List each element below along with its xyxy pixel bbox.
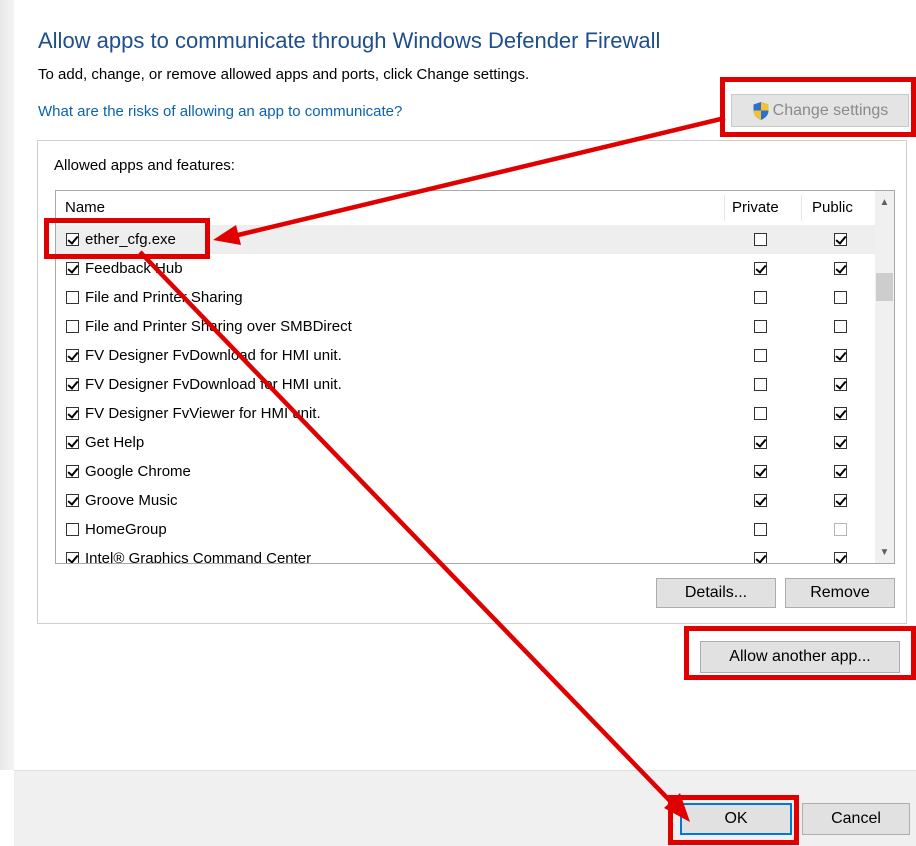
app-name: FV Designer FvViewer for HMI unit. <box>85 405 321 422</box>
list-item[interactable]: File and Printer Sharing <box>56 283 876 312</box>
cancel-button[interactable]: Cancel <box>802 803 910 835</box>
list-item[interactable]: Get Help <box>56 428 876 457</box>
app-name: Google Chrome <box>85 463 191 480</box>
app-name: Get Help <box>85 434 145 451</box>
chevron-up-icon[interactable]: ▲ <box>875 193 894 211</box>
app-name: FV Designer FvDownload for HMI unit. <box>85 376 342 393</box>
allowed-apps-label: Allowed apps and features: <box>54 157 235 174</box>
remove-button[interactable]: Remove <box>785 578 895 608</box>
private-checkbox[interactable] <box>754 262 767 275</box>
public-checkbox[interactable] <box>834 494 847 507</box>
public-checkbox[interactable] <box>834 523 847 536</box>
private-checkbox[interactable] <box>754 523 767 536</box>
public-checkbox[interactable] <box>834 233 847 246</box>
enable-checkbox[interactable] <box>66 349 79 362</box>
chevron-down-icon[interactable]: ▼ <box>875 543 894 561</box>
private-checkbox[interactable] <box>754 378 767 391</box>
list-item[interactable]: HomeGroup <box>56 515 876 544</box>
app-name: FV Designer FvDownload for HMI unit. <box>85 347 342 364</box>
page-subtitle: To add, change, or remove allowed apps a… <box>38 66 530 83</box>
public-checkbox[interactable] <box>834 291 847 304</box>
public-checkbox[interactable] <box>834 378 847 391</box>
list-item[interactable]: FV Designer FvDownload for HMI unit. <box>56 370 876 399</box>
uac-shield-icon <box>753 101 769 120</box>
public-checkbox[interactable] <box>834 465 847 478</box>
private-checkbox[interactable] <box>754 436 767 449</box>
app-name: Feedback Hub <box>85 260 183 277</box>
list-item[interactable]: Groove Music <box>56 486 876 515</box>
change-settings-label: Change settings <box>772 101 889 119</box>
app-name: Intel® Graphics Command Center <box>85 550 312 564</box>
column-header-private[interactable]: Private <box>732 191 779 225</box>
public-checkbox[interactable] <box>834 552 847 563</box>
page-title: Allow apps to communicate through Window… <box>38 28 661 53</box>
risks-link[interactable]: What are the risks of allowing an app to… <box>38 103 402 120</box>
list-item[interactable]: File and Printer Sharing over SMBDirect <box>56 312 876 341</box>
private-checkbox[interactable] <box>754 233 767 246</box>
enable-checkbox[interactable] <box>66 494 79 507</box>
public-checkbox[interactable] <box>834 320 847 333</box>
column-header-public[interactable]: Public <box>812 191 853 225</box>
list-item[interactable]: ether_cfg.exe <box>56 225 876 254</box>
list-item[interactable]: FV Designer FvDownload for HMI unit. <box>56 341 876 370</box>
enable-checkbox[interactable] <box>66 465 79 478</box>
enable-checkbox[interactable] <box>66 436 79 449</box>
enable-checkbox[interactable] <box>66 407 79 420</box>
private-checkbox[interactable] <box>754 494 767 507</box>
list-item[interactable]: Feedback Hub <box>56 254 876 283</box>
private-checkbox[interactable] <box>754 320 767 333</box>
allow-another-app-button[interactable]: Allow another app... <box>700 641 900 673</box>
private-checkbox[interactable] <box>754 349 767 362</box>
public-checkbox[interactable] <box>834 407 847 420</box>
enable-checkbox[interactable] <box>66 523 79 536</box>
app-name: File and Printer Sharing <box>85 289 243 306</box>
enable-checkbox[interactable] <box>66 262 79 275</box>
public-checkbox[interactable] <box>834 349 847 362</box>
change-settings-button[interactable]: Change settings <box>731 94 909 127</box>
scrollbar-thumb[interactable] <box>876 273 893 301</box>
ok-button[interactable]: OK <box>680 803 792 835</box>
public-checkbox[interactable] <box>834 262 847 275</box>
list-item[interactable]: FV Designer FvViewer for HMI unit. <box>56 399 876 428</box>
allowed-apps-list[interactable]: Name Private Public ether_cfg.exe Feedbac… <box>55 190 895 564</box>
enable-checkbox[interactable] <box>66 378 79 391</box>
private-checkbox[interactable] <box>754 465 767 478</box>
enable-checkbox[interactable] <box>66 233 79 246</box>
list-item[interactable]: Intel® Graphics Command Center <box>56 544 876 564</box>
app-name: HomeGroup <box>85 521 167 538</box>
enable-checkbox[interactable] <box>66 291 79 304</box>
details-button[interactable]: Details... <box>656 578 776 608</box>
column-separator <box>724 195 725 221</box>
private-checkbox[interactable] <box>754 407 767 420</box>
app-name: Groove Music <box>85 492 178 509</box>
enable-checkbox[interactable] <box>66 552 79 563</box>
list-scrollbar[interactable]: ▲ ▼ <box>875 191 894 563</box>
private-checkbox[interactable] <box>754 291 767 304</box>
list-item[interactable]: Google Chrome <box>56 457 876 486</box>
background-window-edge <box>0 0 14 770</box>
public-checkbox[interactable] <box>834 436 847 449</box>
private-checkbox[interactable] <box>754 552 767 563</box>
column-header-name[interactable]: Name <box>65 191 105 225</box>
app-name: ether_cfg.exe <box>85 231 176 248</box>
app-name: File and Printer Sharing over SMBDirect <box>85 318 352 335</box>
column-separator <box>801 195 802 221</box>
enable-checkbox[interactable] <box>66 320 79 333</box>
